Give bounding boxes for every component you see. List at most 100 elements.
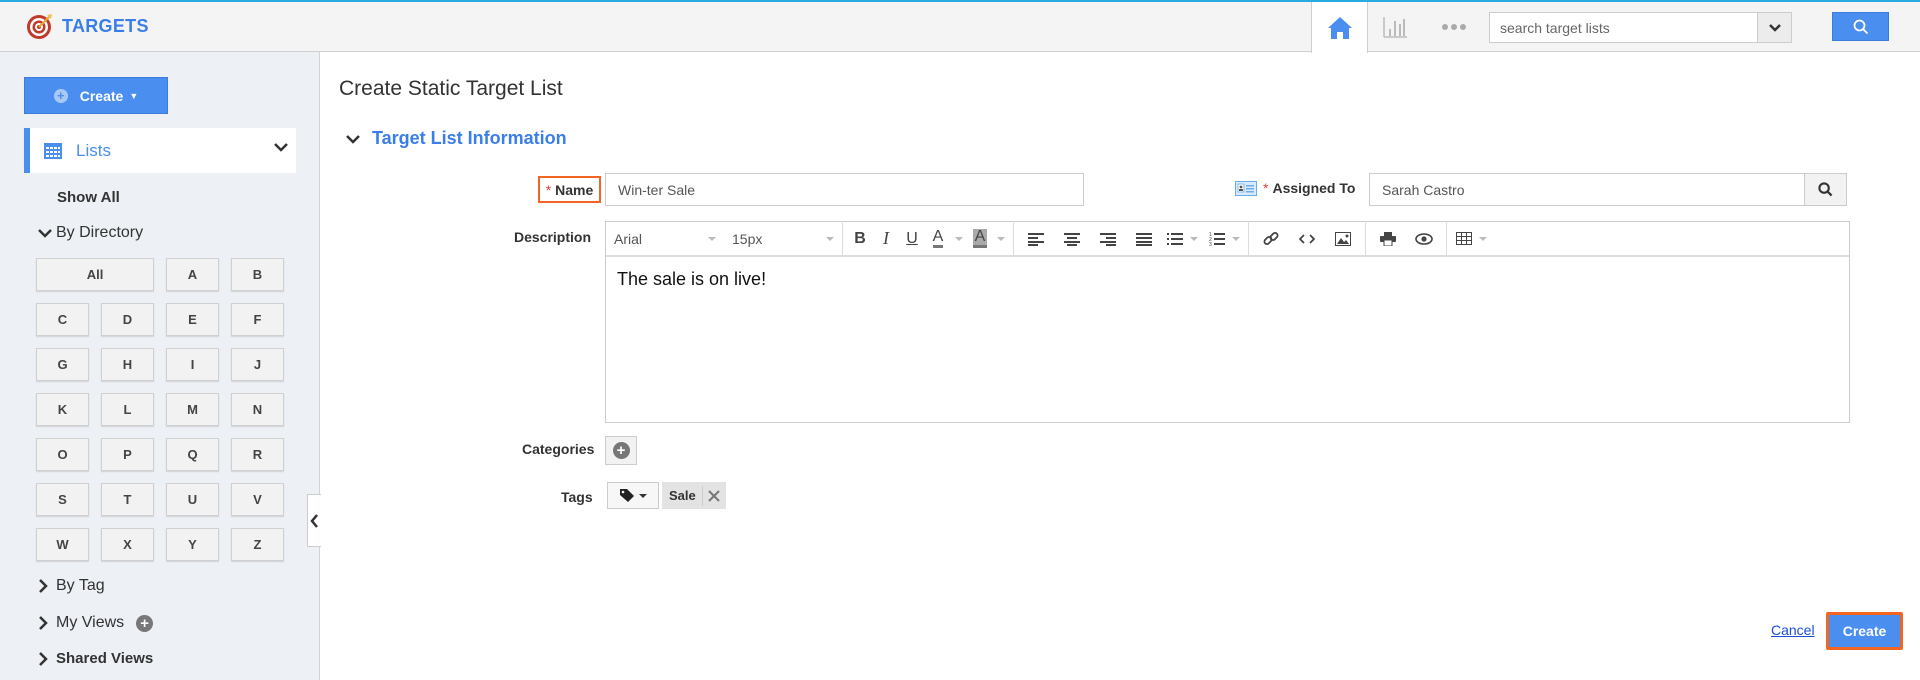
nav-home[interactable]: [1311, 2, 1368, 53]
directory-letter-d[interactable]: D: [101, 303, 154, 336]
description-content[interactable]: The sale is on live!: [606, 257, 1849, 302]
directory-letter-x[interactable]: X: [101, 528, 154, 561]
bold-button[interactable]: B: [847, 221, 873, 256]
numbered-list-icon: 123: [1209, 232, 1225, 247]
directory-letter-h[interactable]: H: [101, 348, 154, 381]
highlight-color-button[interactable]: A: [967, 221, 993, 256]
justify-button[interactable]: [1126, 221, 1162, 256]
directory-letter-s[interactable]: S: [36, 483, 89, 516]
directory-letter-r[interactable]: R: [231, 438, 284, 471]
sidebar-collapse-handle[interactable]: [307, 494, 321, 547]
sidebar-by-tag[interactable]: By Tag: [38, 577, 105, 595]
name-label: * Name: [538, 176, 601, 203]
italic-button[interactable]: I: [873, 221, 899, 256]
shared-views-label: Shared Views: [56, 650, 154, 667]
assigned-to-lookup-button[interactable]: [1804, 173, 1847, 206]
directory-letter-y[interactable]: Y: [166, 528, 219, 561]
search-box: [1489, 12, 1792, 43]
insert-link-button[interactable]: [1253, 221, 1289, 256]
directory-letter-z[interactable]: Z: [231, 528, 284, 561]
font-size-value: 15px: [732, 230, 763, 247]
sidebar-create-button[interactable]: + Create ▼: [24, 77, 168, 114]
directory-letter-v[interactable]: V: [231, 483, 284, 516]
directory-letter-g[interactable]: G: [36, 348, 89, 381]
target-logo-icon: [27, 14, 52, 39]
app-brand[interactable]: TARGETS: [26, 12, 149, 40]
numbered-list-button[interactable]: 123: [1204, 221, 1230, 256]
directory-letter-f[interactable]: F: [231, 303, 284, 336]
font-family-value: Arial: [614, 230, 643, 247]
align-center-button[interactable]: [1054, 221, 1090, 256]
directory-letter-e[interactable]: E: [166, 303, 219, 336]
chart-icon: [1383, 17, 1407, 38]
directory-letter-l[interactable]: L: [101, 393, 154, 426]
underline-button[interactable]: U: [899, 221, 925, 256]
font-family-select[interactable]: Arial: [606, 221, 724, 256]
sidebar-show-all[interactable]: Show All: [57, 189, 120, 206]
directory-letter-u[interactable]: U: [166, 483, 219, 516]
add-view-icon[interactable]: +: [136, 614, 154, 632]
lists-label: Lists: [76, 140, 111, 160]
directory-letter-o[interactable]: O: [36, 438, 89, 471]
caret-down-icon[interactable]: [1232, 236, 1240, 241]
name-input[interactable]: [605, 173, 1084, 206]
search-input[interactable]: [1490, 13, 1740, 42]
required-marker: *: [545, 181, 552, 198]
section-toggle-target-list-information[interactable]: Target List Information: [346, 128, 567, 149]
align-left-button[interactable]: [1018, 221, 1054, 256]
sidebar-item-lists[interactable]: Lists: [24, 128, 296, 173]
calendar-grid-icon: [44, 142, 62, 159]
font-color-icon: A: [932, 229, 944, 248]
code-icon: [1299, 233, 1315, 244]
eye-icon: [1415, 232, 1433, 245]
nav-reports[interactable]: [1380, 14, 1410, 40]
directory-letter-n[interactable]: N: [231, 393, 284, 426]
tag-chip: Sale: [662, 482, 726, 509]
directory-letter-q[interactable]: Q: [166, 438, 219, 471]
directory-letter-m[interactable]: M: [166, 393, 219, 426]
bullet-list-button[interactable]: [1162, 221, 1188, 256]
insert-table-button[interactable]: [1451, 221, 1477, 256]
contact-card-icon: [1235, 180, 1257, 196]
preview-button[interactable]: [1406, 221, 1442, 256]
directory-letter-j[interactable]: J: [231, 348, 284, 381]
caret-down-icon[interactable]: [955, 236, 963, 241]
description-label: Description: [514, 229, 592, 245]
directory-letter-a[interactable]: A: [166, 258, 219, 291]
directory-letter-b[interactable]: B: [231, 258, 284, 291]
search-filter-dropdown[interactable]: [1757, 13, 1791, 42]
directory-letter-w[interactable]: W: [36, 528, 89, 561]
directory-letter-p[interactable]: P: [101, 438, 154, 471]
cancel-button[interactable]: Cancel: [1771, 622, 1815, 638]
chevron-right-icon: [39, 579, 48, 593]
tag-icon: [619, 488, 634, 502]
assigned-to-input[interactable]: [1369, 173, 1805, 206]
align-center-icon: [1064, 232, 1080, 246]
remove-tag-button[interactable]: [701, 485, 726, 506]
justify-icon: [1136, 232, 1152, 246]
directory-letter-t[interactable]: T: [101, 483, 154, 516]
directory-letter-i[interactable]: I: [166, 348, 219, 381]
create-submit-button[interactable]: Create: [1826, 612, 1903, 650]
font-color-button[interactable]: A: [925, 221, 951, 256]
section-title: Target List Information: [372, 128, 567, 148]
plus-circle-icon: +: [612, 442, 630, 459]
tag-picker-button[interactable]: [607, 482, 659, 509]
code-view-button[interactable]: [1289, 221, 1325, 256]
search-button[interactable]: [1832, 12, 1889, 41]
sidebar-by-directory[interactable]: By Directory: [38, 224, 143, 242]
align-right-button[interactable]: [1090, 221, 1126, 256]
directory-letter-k[interactable]: K: [36, 393, 89, 426]
caret-down-icon[interactable]: [997, 236, 1005, 241]
more-icon[interactable]: [1434, 16, 1474, 38]
caret-down-icon[interactable]: [1190, 236, 1198, 241]
insert-image-button[interactable]: [1325, 221, 1361, 256]
font-size-select[interactable]: 15px: [724, 221, 842, 256]
sidebar-shared-views[interactable]: Shared Views: [38, 650, 153, 667]
add-category-button[interactable]: +: [605, 436, 637, 465]
caret-down-icon[interactable]: [1479, 236, 1487, 241]
sidebar-my-views[interactable]: My Views +: [38, 614, 154, 632]
directory-letter-all[interactable]: All: [36, 258, 154, 291]
print-button[interactable]: [1370, 221, 1406, 256]
directory-letter-c[interactable]: C: [36, 303, 89, 336]
